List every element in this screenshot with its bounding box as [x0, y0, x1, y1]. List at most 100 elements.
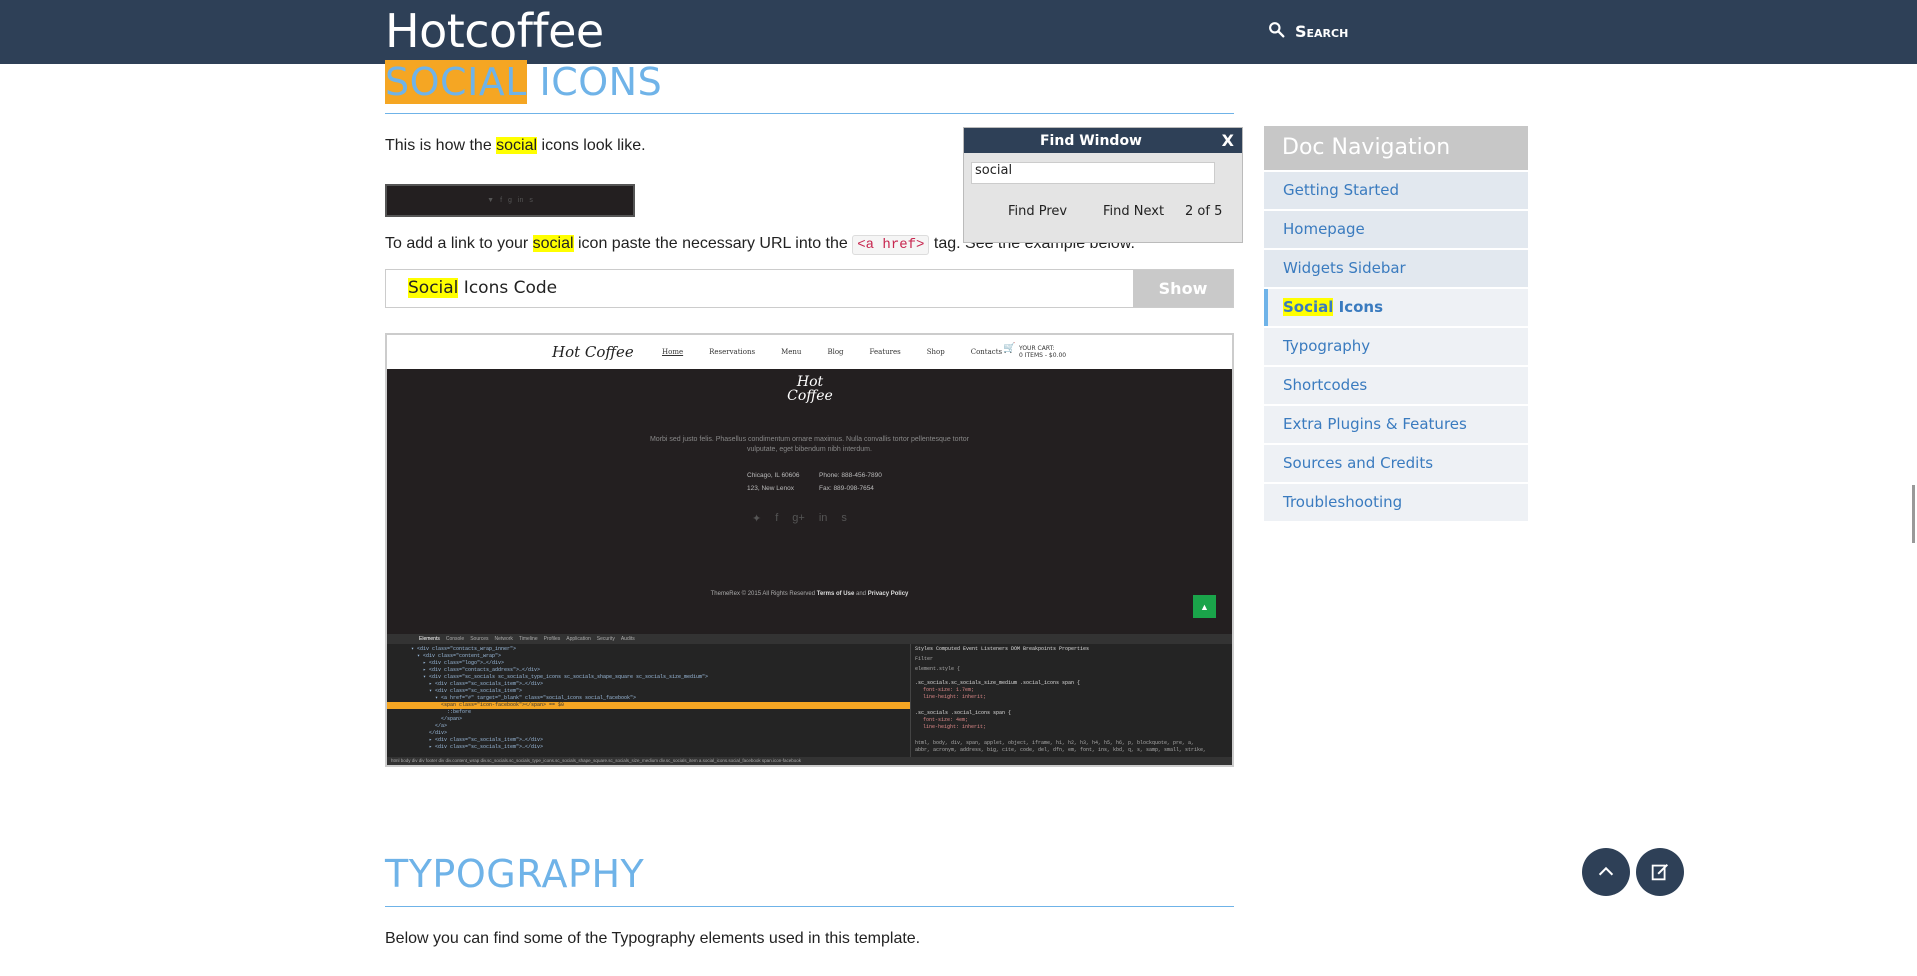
- title-highlight: SOCIAL: [385, 60, 527, 104]
- code-toggle-bar: Social Icons Code Show: [385, 269, 1234, 308]
- search-icon: [1268, 21, 1285, 42]
- nav-item-homepage[interactable]: Homepage: [1264, 211, 1528, 248]
- page-scrollbar-thumb[interactable]: [1912, 485, 1915, 543]
- devtools-tab: Security: [596, 636, 615, 642]
- search-match: social: [496, 137, 538, 154]
- find-input[interactable]: social: [971, 162, 1215, 184]
- preview-footer: Hot Coffee Morbi sed justo felis. Phasel…: [387, 369, 1232, 634]
- devtools-styles-pane: Styles Computed Event Listeners DOM Brea…: [910, 644, 1232, 765]
- doc-navigation-title: Doc Navigation: [1264, 126, 1528, 170]
- preview-menu-item: Home: [662, 348, 684, 356]
- typography-intro-text: Below you can find some of the Typograph…: [385, 930, 921, 947]
- preview-social-icons: ✦ f g+ in s: [752, 512, 847, 525]
- site-brand[interactable]: Hotcoffee: [385, 4, 604, 58]
- example-screenshot: Hot Coffee Home Reservations Menu Blog F…: [385, 333, 1234, 767]
- nav-item-getting-started[interactable]: Getting Started: [1264, 172, 1528, 209]
- search-button[interactable]: Search: [1268, 21, 1348, 42]
- dom-line: </span>: [441, 716, 463, 722]
- devtools-tab: Application: [566, 636, 591, 642]
- search-match: social: [532, 235, 574, 252]
- devtools-tab: Elements: [419, 636, 440, 642]
- nav-item-sources-credits[interactable]: Sources and Credits: [1264, 445, 1528, 482]
- preview-menu-item: Shop: [926, 348, 945, 356]
- preview-menu-item: Reservations: [709, 348, 756, 356]
- privacy-link: Privacy Policy: [867, 591, 909, 597]
- preview-copyright: ThemeRex © 2015 All Rights Reserved Term…: [707, 591, 912, 597]
- preview-cart: 🛒 YOUR CART: 0 ITEMS - $0.00: [1003, 344, 1067, 360]
- dom-line: ▸ <div class="logo">…</div>: [423, 660, 505, 666]
- close-button[interactable]: X: [1222, 131, 1234, 150]
- find-window: Find Window X social Find Prev Find Next…: [963, 127, 1243, 243]
- find-match-count: 2 of 5: [1185, 204, 1223, 219]
- dom-line: ▸ <div class="contacts_address">…</div>: [423, 667, 541, 673]
- linkedin-icon: in: [818, 512, 828, 524]
- cart-total: 0 ITEMS - $0.00: [1019, 352, 1067, 359]
- skype-icon: s: [529, 197, 533, 204]
- devtools-tab: Network: [494, 636, 513, 642]
- linkedin-icon: in: [517, 197, 524, 204]
- dom-line: ▾ <a href="#" target="_blank" class="soc…: [435, 695, 637, 701]
- nav-item-widgets-sidebar[interactable]: Widgets Sidebar: [1264, 250, 1528, 287]
- nav-item-troubleshooting[interactable]: Troubleshooting: [1264, 484, 1528, 521]
- devtools-tab: Sources: [470, 636, 489, 642]
- styles-line: line-height: inherit;: [923, 724, 987, 730]
- facebook-icon: f: [500, 197, 503, 204]
- preview-phone: Phone: 888-456-7890 Fax: 889-098-7654: [819, 469, 882, 495]
- nav-item-social-icons[interactable]: Social Icons: [1264, 289, 1528, 326]
- styles-line: font-size: 4em;: [923, 717, 969, 723]
- styles-line: abbr, acronym, address, big, cite, code,…: [915, 747, 1207, 753]
- preview-logo: Hot Coffee: [552, 343, 634, 361]
- text-segment: and: [854, 591, 868, 597]
- cart-icon: 🛒: [1003, 343, 1016, 354]
- title-rest: ICONS: [526, 60, 663, 104]
- dom-line: ▸ <div class="sc_socials_item">…</div>: [429, 737, 544, 743]
- google-plus-icon: g: [508, 197, 512, 204]
- styles-line: .sc_socials.sc_socials_size_medium .soci…: [915, 680, 1081, 686]
- preview-address: Chicago, IL 60606 123, New Lenox: [747, 469, 800, 495]
- preview-menu-item: Contacts: [970, 348, 1003, 356]
- phone-line: Phone: 888-456-7890: [819, 472, 882, 479]
- google-plus-icon: g+: [792, 512, 805, 524]
- nav-item-typography[interactable]: Typography: [1264, 328, 1528, 365]
- edit-button[interactable]: [1636, 848, 1684, 896]
- twitter-icon: ✦: [752, 513, 762, 525]
- doc-navigation: Doc Navigation Getting Started Homepage …: [1264, 126, 1528, 521]
- devtools-breadcrumb: html body div div footer div div.content…: [387, 757, 1232, 765]
- text-segment: icons look like.: [537, 137, 646, 154]
- styles-tabs: Styles Computed Event Listeners DOM Brea…: [915, 646, 1090, 652]
- cart-title: YOUR CART:: [1019, 345, 1055, 352]
- preview-menu: Home Reservations Menu Blog Features Sho…: [662, 348, 1002, 356]
- text-segment: Icons Code: [458, 278, 558, 298]
- devtools-tabs: Elements Console Sources Network Timelin…: [387, 634, 1232, 644]
- show-code-button[interactable]: Show: [1133, 270, 1233, 307]
- styles-line: Filter: [915, 656, 934, 662]
- preview-menu-item: Menu: [781, 348, 802, 356]
- twitter-icon: ▼: [487, 197, 495, 204]
- dom-line-selected: <span class="icon-facebook"></span> == $…: [387, 702, 910, 709]
- dom-line: ▾ <div class="contacts_wrap_inner">: [411, 646, 517, 652]
- text-segment: ThemeRex © 2015 All Rights Reserved: [710, 591, 817, 597]
- terms-link: Terms of Use: [816, 591, 855, 597]
- find-prev-button[interactable]: Find Prev: [1008, 204, 1067, 219]
- nav-item-shortcodes[interactable]: Shortcodes: [1264, 367, 1528, 404]
- dom-line: ▾ <div class="sc_socials sc_socials_type…: [423, 674, 709, 680]
- search-match: Social: [408, 278, 459, 298]
- devtools-tab: Profiles: [543, 636, 561, 642]
- devtools-tab: Audits: [620, 636, 635, 642]
- section-divider: [385, 113, 1234, 114]
- text-segment: This is how the: [385, 137, 497, 154]
- section-divider: [385, 906, 1234, 907]
- nav-item-extra-plugins[interactable]: Extra Plugins & Features: [1264, 406, 1528, 443]
- find-next-button[interactable]: Find Next: [1103, 204, 1164, 219]
- devtools-tab: Timeline: [518, 636, 538, 642]
- section-title-social: SOCIAL ICONS: [385, 60, 662, 104]
- preview-scroll-top-icon: ▲: [1193, 595, 1216, 618]
- preview-footer-logo: Hot Coffee: [787, 374, 833, 404]
- find-window-title: Find Window: [1039, 133, 1142, 149]
- dom-line: ▾ <div class="content_wrap">: [417, 653, 502, 659]
- dom-line: </a>: [435, 723, 448, 729]
- nav-label-rest: Icons: [1333, 298, 1384, 316]
- scroll-top-button[interactable]: [1582, 848, 1630, 896]
- styles-line: .sc_socials .social_icons span {: [915, 710, 1012, 716]
- styles-line: html, body, div, span, applet, object, i…: [915, 740, 1195, 746]
